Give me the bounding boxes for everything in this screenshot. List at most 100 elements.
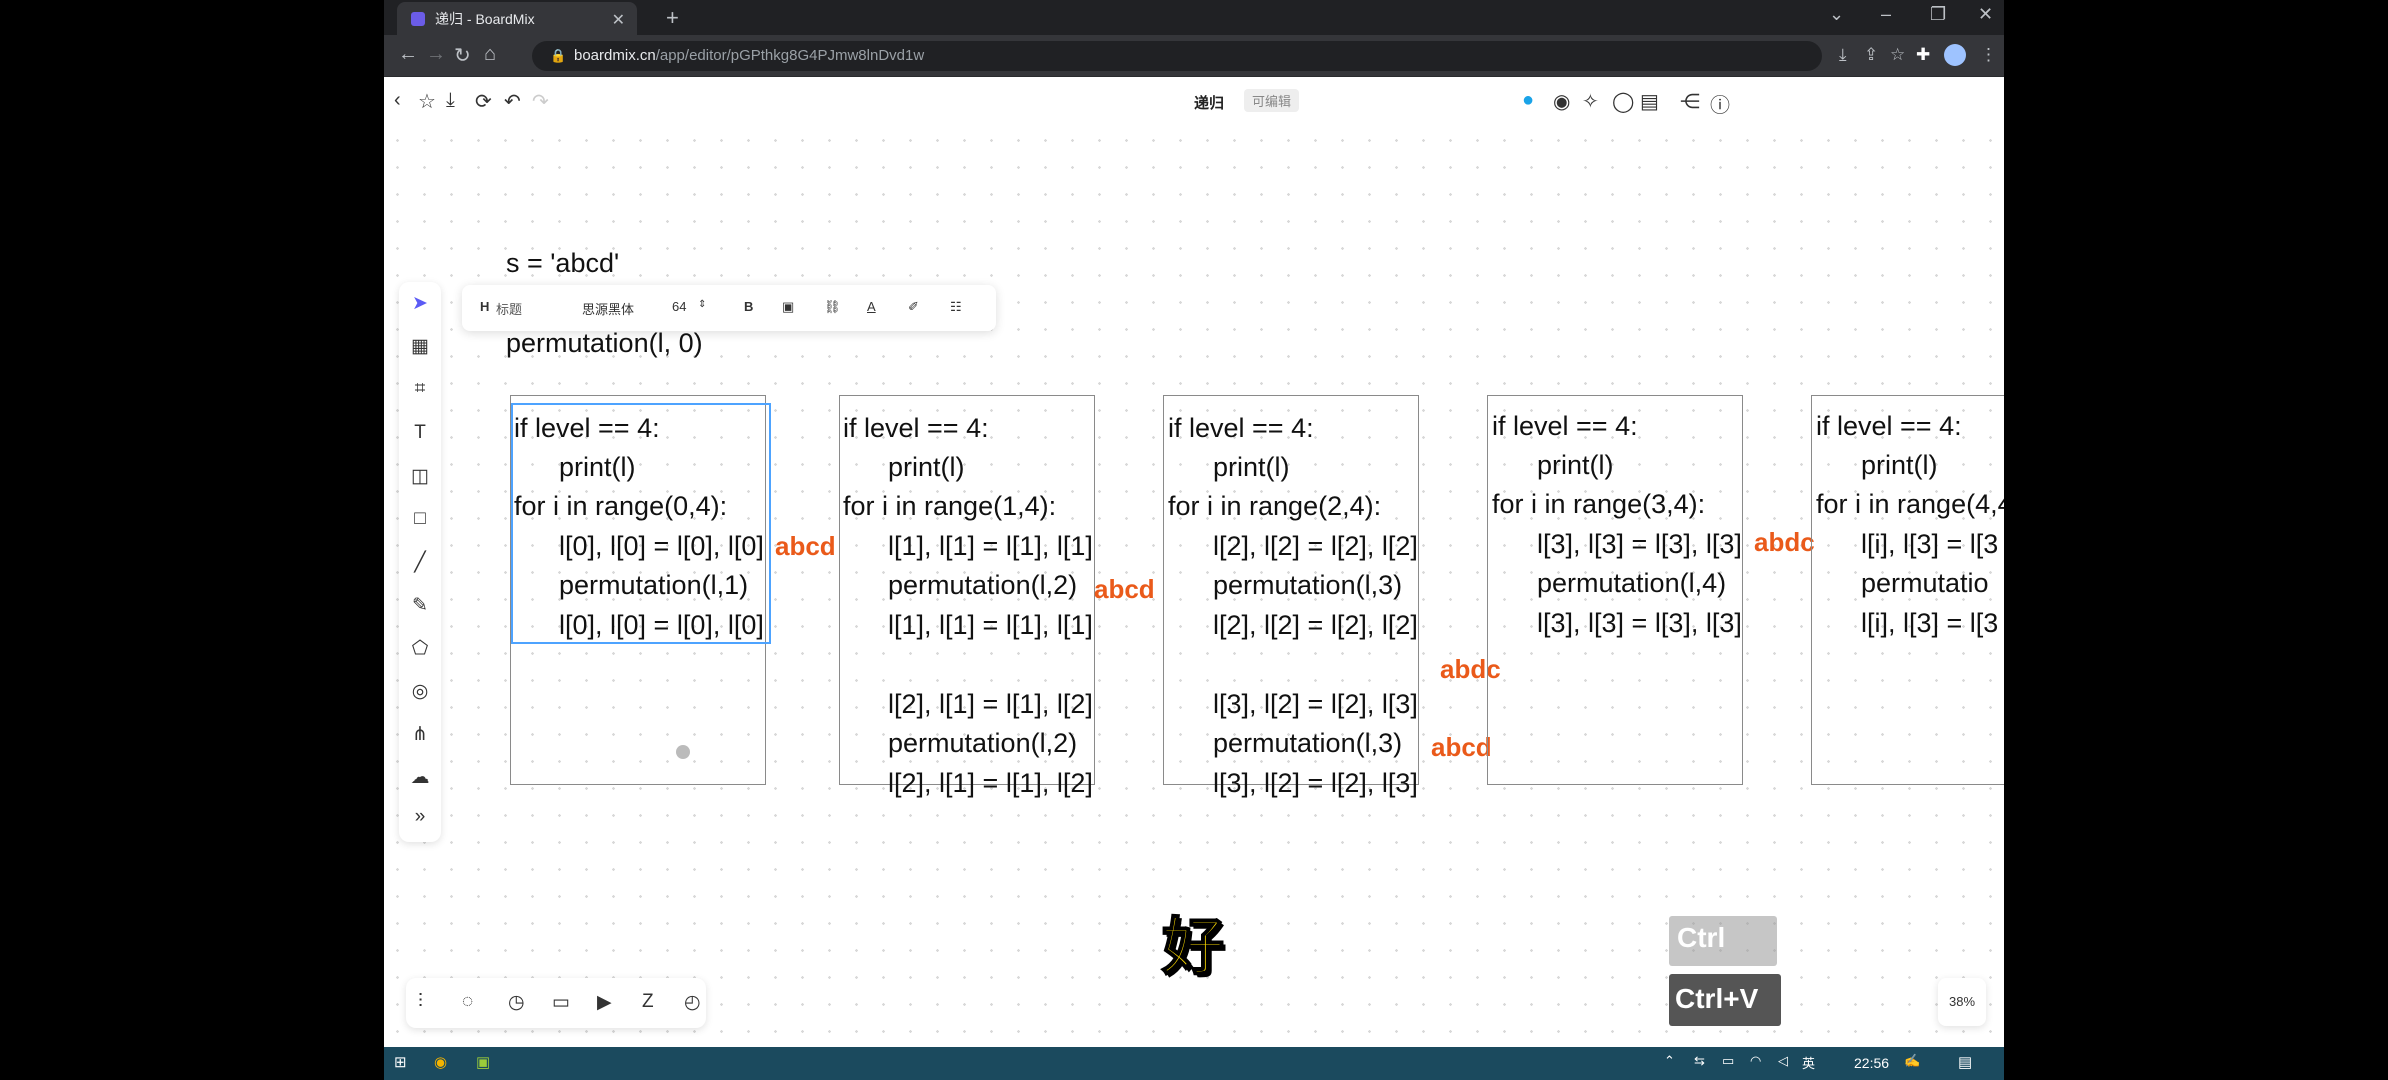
tray-app-icon[interactable]: ✍: [1904, 1053, 1920, 1069]
undo-icon[interactable]: ↶: [504, 89, 521, 114]
star-icon[interactable]: ☆: [418, 89, 436, 114]
close-tab-icon[interactable]: ✕: [612, 10, 625, 30]
bookmark-star-icon[interactable]: ☆: [1890, 45, 1905, 65]
font-size-stepper-icon[interactable]: ⇕: [698, 299, 706, 310]
tray-wifi-icon[interactable]: ◠: [1750, 1053, 1761, 1069]
code-line: l[i], l[3] = l[3: [1816, 529, 1999, 559]
code-line: for i in range(3,4):: [1492, 489, 1706, 519]
code-line: permutation(l,3): [1168, 728, 1403, 758]
zoom-level[interactable]: 38%: [1938, 978, 1986, 1026]
code-line: l[2], l[1] = l[1], l[2]: [843, 689, 1093, 719]
more-tools-icon[interactable]: »: [399, 806, 441, 828]
template-tool-icon[interactable]: ▦: [399, 335, 441, 358]
code-line: l[2], l[1] = l[1], l[2]: [843, 768, 1093, 798]
text-box-icon[interactable]: ▣: [782, 299, 794, 315]
rectangle-tool-icon[interactable]: □: [399, 508, 441, 530]
close-window-icon[interactable]: ✕: [1978, 4, 1993, 25]
line-tool-icon[interactable]: ╱: [399, 551, 441, 574]
app-header: ‹ ☆ ⤓ ⟳ ↶ ↷ 递归 可编辑 ● ◉ ✧ ◯ ▤ ⋲ ⓘ: [384, 77, 2004, 127]
celebrate-icon[interactable]: ✧: [1582, 89, 1599, 114]
annotation-label[interactable]: abcd: [1431, 732, 1492, 763]
screen: 递归 - BoardMix ✕ + ⌄ – ❐ ✕ ← → ↻ ⌂ 🔒 boar…: [384, 0, 2004, 1080]
heading-style-select[interactable]: 标题: [496, 299, 522, 318]
extensions-icon[interactable]: ✚: [1916, 45, 1930, 65]
mindmap-tool-icon[interactable]: ⋔: [399, 723, 441, 746]
share-icon[interactable]: ⇪: [1864, 45, 1878, 65]
minimize-icon[interactable]: –: [1881, 4, 1891, 25]
history-icon[interactable]: ◴: [684, 991, 701, 1014]
code-line: if level == 4:: [1168, 413, 1314, 443]
ime-indicator[interactable]: 英: [1802, 1053, 1815, 1072]
collaborator-avatar[interactable]: ●: [1522, 89, 1534, 112]
sticky-note-tool-icon[interactable]: ◫: [399, 465, 441, 488]
present-icon[interactable]: ◉: [1553, 89, 1570, 114]
home-icon[interactable]: ⌂: [484, 43, 496, 66]
bold-button[interactable]: B: [744, 299, 753, 314]
reload-icon[interactable]: ↻: [454, 43, 471, 68]
back-chevron-icon[interactable]: ‹: [394, 89, 401, 112]
pen-tool-icon[interactable]: ✎: [399, 594, 441, 617]
comment-icon[interactable]: ▭: [552, 991, 570, 1014]
code-line: l[3], l[3] = l[3], l[3]: [1492, 529, 1742, 559]
comment-icon[interactable]: ◯: [1612, 89, 1634, 114]
annotation-label[interactable]: abdc: [1754, 527, 1815, 558]
tray-volume-icon[interactable]: ◁: [1778, 1053, 1788, 1069]
clock[interactable]: 22:56: [1854, 1055, 1889, 1071]
font-color-icon[interactable]: A: [867, 299, 876, 314]
selection-box[interactable]: [511, 403, 771, 644]
text-line-call[interactable]: permutation(l, 0): [506, 330, 703, 357]
lock-icon: 🔒: [550, 48, 567, 63]
chrome-taskbar-icon[interactable]: ◉: [434, 1053, 447, 1071]
font-family-select[interactable]: 思源黑体: [582, 299, 634, 318]
annotation-label[interactable]: abcd: [775, 531, 836, 562]
code-line: permutation(l,2): [843, 570, 1078, 600]
browser-tab[interactable]: 递归 - BoardMix ✕: [397, 2, 637, 35]
ai-tool-icon[interactable]: ◎: [399, 680, 441, 703]
tray-network-icon[interactable]: ⇆: [1694, 1053, 1705, 1069]
share-icon[interactable]: ⋲: [1680, 89, 1700, 114]
heading-icon[interactable]: H: [480, 299, 489, 314]
text-format-toolbar: H 标题 思源黑体 64 ⇕ B ▣ ⛓ A ✐ ☷: [462, 285, 996, 331]
redo-icon[interactable]: ↷: [532, 89, 549, 114]
download-icon[interactable]: ⤓: [446, 89, 455, 112]
profile-avatar[interactable]: [1944, 44, 1966, 66]
forward-icon[interactable]: →: [426, 43, 446, 66]
document-title[interactable]: 递归: [1194, 92, 1224, 113]
tray-chevron-icon[interactable]: ⌃: [1664, 1053, 1675, 1069]
font-size-input[interactable]: 64: [672, 299, 686, 314]
highlight-icon[interactable]: ✐: [908, 299, 919, 315]
link-icon[interactable]: ⛓: [824, 299, 841, 315]
address-bar[interactable]: 🔒 boardmix.cn/app/editor/pGPthkg8G4PJmw8…: [532, 41, 1822, 71]
restore-icon[interactable]: ❐: [1930, 4, 1946, 25]
layout-icon[interactable]: ▤: [1640, 89, 1659, 114]
download-icon[interactable]: ⤓: [1839, 45, 1847, 65]
text-line-s[interactable]: s = 'abcd': [506, 250, 619, 277]
select-tool-icon[interactable]: ➤: [399, 292, 441, 315]
align-icon[interactable]: ☷: [950, 299, 962, 315]
code-line: for i in range(2,4):: [1168, 491, 1382, 521]
zz-icon[interactable]: Z: [642, 991, 654, 1013]
frame-tool-icon[interactable]: ⌗: [399, 378, 441, 400]
notification-icon[interactable]: ▤: [1958, 1053, 1972, 1071]
video-icon[interactable]: ▶: [597, 991, 612, 1014]
back-icon[interactable]: ←: [398, 43, 418, 66]
browser-menu-icon[interactable]: ⋮: [1980, 45, 1997, 65]
whiteboard-canvas[interactable]: s = 'abcd' permutation(l, 0) if level ==…: [384, 127, 2004, 1047]
sidebar-toggle-icon[interactable]: ⫶: [418, 991, 423, 1013]
tray-battery-icon[interactable]: ▭: [1722, 1053, 1734, 1069]
upload-tool-icon[interactable]: ☁: [399, 766, 441, 789]
timer-icon[interactable]: ◷: [508, 991, 525, 1014]
windows-start-icon[interactable]: ⊞: [394, 1053, 407, 1071]
app-taskbar-icon[interactable]: ▣: [476, 1053, 490, 1071]
new-tab-icon[interactable]: +: [666, 5, 679, 31]
annotation-label[interactable]: abcd: [1094, 574, 1155, 605]
text-tool-icon[interactable]: T: [399, 422, 441, 444]
bottom-toolbar: ⫶ ◌ ◷ ▭ ▶ Z ◴: [406, 978, 706, 1028]
chat-icon[interactable]: ◌: [462, 991, 473, 1013]
mouse-cursor-icon: [676, 745, 690, 759]
help-icon[interactable]: ⓘ: [1710, 89, 1730, 118]
tab-search-icon[interactable]: ⌄: [1829, 4, 1844, 25]
shape-tool-icon[interactable]: ⬠: [399, 637, 441, 660]
sync-icon[interactable]: ⟳: [475, 89, 492, 114]
code-line: permutation(l,3): [1168, 570, 1403, 600]
